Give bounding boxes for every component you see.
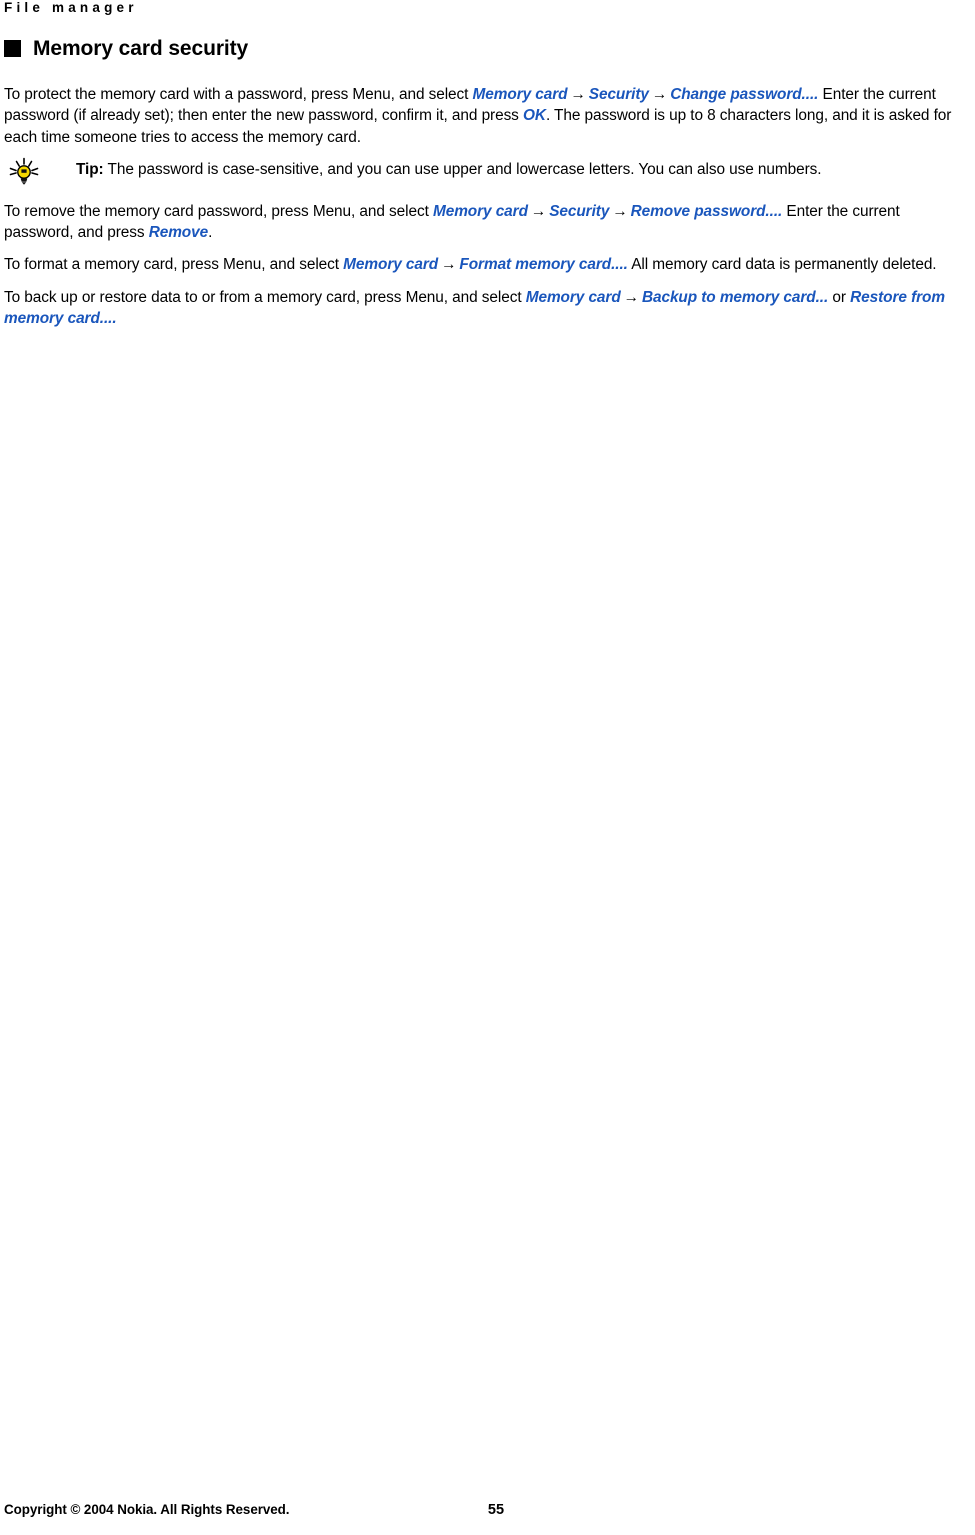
tip-callout: Tip: The password is case-sensitive, and… (4, 157, 970, 187)
body-content: To protect the memory card with a passwo… (4, 84, 970, 340)
section-heading: Memory card security (4, 38, 248, 59)
arrow-icon: → (623, 288, 639, 306)
text-segment: All memory card data is permanently dele… (627, 256, 937, 274)
link-ok[interactable]: OK (523, 107, 546, 124)
text-segment: To back up or restore data to or from a … (4, 288, 526, 306)
text-segment: To protect the memory card with a passwo… (4, 86, 473, 103)
link-security[interactable]: Security (549, 203, 609, 220)
text-segment: To remove the memory card password, pres… (4, 202, 433, 220)
document-page: File manager Memory card security To pro… (0, 0, 975, 1535)
filled-square-bullet-icon (4, 40, 21, 57)
link-format-memory-card[interactable]: Format memory card.... (459, 256, 628, 273)
link-memory-card[interactable]: Memory card (473, 86, 568, 103)
paragraph-remove: To remove the memory card password, pres… (4, 201, 970, 244)
arrow-icon: → (530, 202, 547, 220)
link-memory-card[interactable]: Memory card (343, 256, 438, 273)
page-footer: Copyright © 2004 Nokia. All Rights Reser… (4, 1502, 970, 1522)
link-change-password[interactable]: Change password.... (670, 86, 818, 103)
text-segment: . (208, 224, 213, 242)
arrow-icon: → (651, 86, 668, 103)
link-memory-card[interactable]: Memory card (526, 289, 621, 306)
text-segment: The password is case-sensitive, and you … (103, 160, 822, 178)
link-remove[interactable]: Remove (149, 224, 208, 241)
arrow-icon: → (441, 256, 457, 274)
link-backup-to-memory-card[interactable]: Backup to memory card... (642, 289, 828, 306)
tip-label: Tip: (76, 160, 104, 178)
arrow-icon: → (612, 202, 628, 220)
lightbulb-icon (4, 157, 44, 187)
text-segment: or (828, 288, 851, 306)
paragraph-protect: To protect the memory card with a passwo… (4, 84, 970, 148)
link-remove-password[interactable]: Remove password.... (631, 203, 783, 220)
page-number: 55 (487, 1502, 505, 1518)
link-memory-card[interactable]: Memory card (433, 203, 528, 220)
running-header: File manager (4, 0, 138, 15)
arrow-icon: → (570, 86, 586, 103)
paragraph-backup-restore: To back up or restore data to or from a … (4, 287, 970, 330)
link-security[interactable]: Security (589, 86, 649, 103)
paragraph-format: To format a memory card, press Menu, and… (4, 254, 970, 275)
tip-text: Tip: The password is case-sensitive, and… (4, 159, 970, 180)
copyright-notice: Copyright © 2004 Nokia. All Rights Reser… (4, 1502, 290, 1517)
page-title: Memory card security (33, 37, 249, 60)
text-segment: To format a memory card, press Menu, and… (4, 256, 344, 274)
